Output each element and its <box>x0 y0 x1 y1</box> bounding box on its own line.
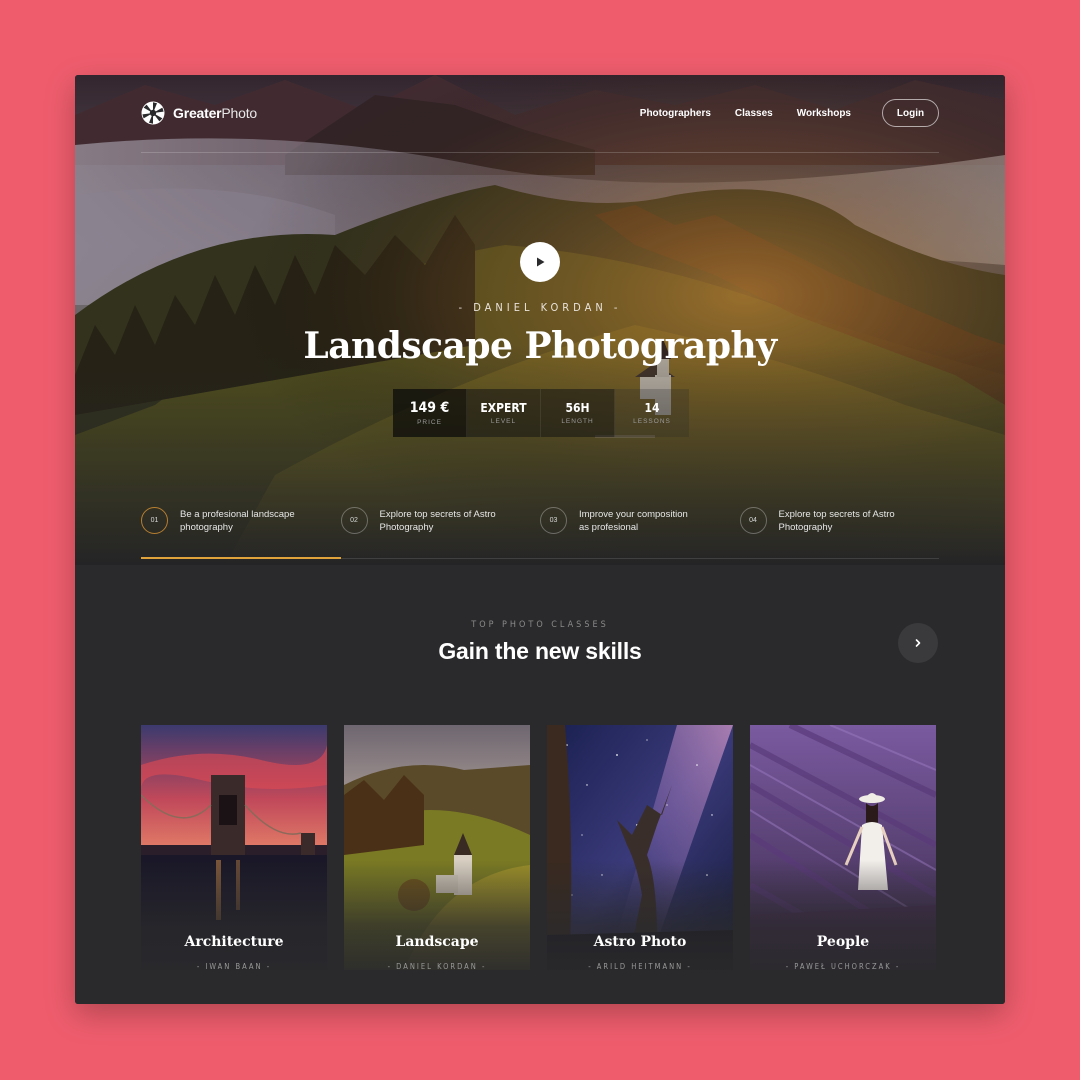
nav-item-classes[interactable]: Classes <box>735 108 773 119</box>
play-video-button[interactable] <box>520 242 560 282</box>
card-title: Architecture <box>184 934 284 950</box>
course-title: Landscape Photography <box>303 325 777 367</box>
feature-number: 03 <box>540 507 567 534</box>
feature-text: Be a profesional landscape photography <box>180 509 295 533</box>
feature-text: Explore top secrets of Astro Photography <box>379 509 496 533</box>
stat-length: 56H LENGTH <box>541 389 615 437</box>
stat-value: 14 <box>644 401 660 415</box>
nav-item-workshops[interactable]: Workshops <box>797 108 851 119</box>
feature-progress-fill <box>141 557 341 559</box>
stat-level: EXPERT LEVEL <box>467 389 541 437</box>
card-shade <box>750 860 936 970</box>
course-stats: 149 € PRICE EXPERT LEVEL 56H LENGTH 14 L… <box>393 389 689 437</box>
brand-name: GreaterPhoto <box>173 105 258 121</box>
carousel-next-button[interactable] <box>898 623 938 663</box>
section-eyebrow: TOP PHOTO CLASSES <box>471 620 609 630</box>
feature-number: 01 <box>141 507 168 534</box>
card-author: - PAWEŁ UCHORCZAK - <box>785 962 901 970</box>
card-shade <box>141 860 327 970</box>
stat-label: LENGTH <box>561 418 594 425</box>
feature-number: 04 <box>739 507 767 534</box>
app-window: GreaterPhoto Photographers Classes Works… <box>75 75 1005 1004</box>
card-author: - IWAN BAAN - <box>196 962 272 970</box>
stat-label: LEVEL <box>490 418 517 425</box>
stat-lessons: 14 LESSONS <box>615 389 689 437</box>
top-navigation-bar: GreaterPhoto Photographers Classes Works… <box>141 99 939 153</box>
stat-label: LESSONS <box>633 418 671 425</box>
feature-tab-04[interactable]: 04 Explore top secrets of Astro Photogra… <box>739 507 940 559</box>
course-features: 01 Be a profesional landscape photograph… <box>141 507 939 559</box>
class-cards: Architecture - IWAN BAAN - Landscape - D… <box>141 725 936 970</box>
card-author: - ARILD HEITMANN - <box>588 962 692 970</box>
card-title: Landscape <box>395 934 479 950</box>
section-title: Gain the new skills <box>438 638 642 664</box>
card-shade <box>547 860 733 970</box>
stat-label: PRICE <box>417 419 442 426</box>
feature-tab-01[interactable]: 01 Be a profesional landscape photograph… <box>141 507 341 559</box>
main-nav: Photographers Classes Workshops Login <box>616 99 939 127</box>
play-icon <box>537 257 545 267</box>
card-author: - DANIEL KORDAN - <box>387 962 487 970</box>
card-title: People <box>816 934 870 950</box>
logo[interactable]: GreaterPhoto <box>141 101 257 125</box>
stat-value: 56H <box>565 401 590 415</box>
feature-progress-track <box>141 557 939 559</box>
chevron-right-icon <box>915 639 921 647</box>
hero-section: GreaterPhoto Photographers Classes Works… <box>75 75 1005 565</box>
nav-item-photographers[interactable]: Photographers <box>640 108 711 119</box>
class-card-people[interactable]: People - PAWEŁ UCHORCZAK - <box>750 725 936 970</box>
stat-price: 149 € PRICE <box>393 389 467 437</box>
aperture-logo-icon <box>141 101 165 125</box>
feature-number: 02 <box>340 507 368 534</box>
card-shade <box>344 860 530 970</box>
feature-tab-02[interactable]: 02 Explore top secrets of Astro Photogra… <box>340 507 541 559</box>
class-card-astro-photo[interactable]: Astro Photo - ARILD HEITMANN - <box>547 725 733 970</box>
card-title: Astro Photo <box>593 934 687 950</box>
class-card-architecture[interactable]: Architecture - IWAN BAAN - <box>141 725 327 970</box>
stat-value: 149 € <box>409 400 450 416</box>
stat-value: EXPERT <box>480 401 527 415</box>
class-card-landscape[interactable]: Landscape - DANIEL KORDAN - <box>344 725 530 970</box>
course-author: - DANIEL KORDAN - <box>458 301 622 314</box>
feature-text: Explore top secrets of Astro Photography <box>778 509 895 533</box>
login-button[interactable]: Login <box>882 99 939 127</box>
feature-tab-03[interactable]: 03 Improve your composition as profesion… <box>540 507 740 559</box>
feature-text: Improve your composition as profesional <box>579 509 688 533</box>
